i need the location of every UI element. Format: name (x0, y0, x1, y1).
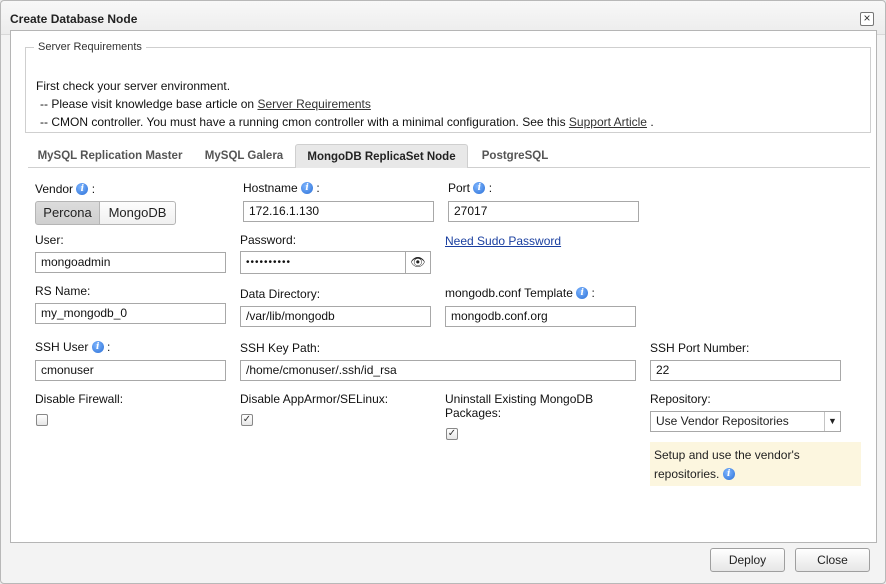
show-password-eye-icon[interactable]: 👁 (405, 251, 431, 274)
uninstall-packages-checkbox[interactable]: ✓ (446, 428, 458, 440)
tab-mysql-replication-master[interactable]: MySQL Replication Master (30, 144, 190, 168)
chevron-down-icon[interactable]: ▼ (824, 412, 840, 431)
mongodb-conf-template-input[interactable]: mongodb.conf.org (445, 306, 636, 327)
requirements-line-2-text: -- CMON controller. You must have a runn… (40, 115, 569, 129)
requirements-line-2-suffix: . (650, 115, 654, 129)
port-label: Port i : (448, 181, 493, 195)
ssh-port-number-input[interactable]: 22 (650, 360, 841, 381)
deploy-button[interactable]: Deploy (710, 548, 785, 572)
rs-name-input[interactable]: my_mongodb_0 (35, 303, 226, 324)
support-article-link[interactable]: Support Article (569, 115, 647, 129)
repository-select[interactable]: Use Vendor Repositories ▼ (650, 411, 841, 432)
server-requirements-legend: Server Requirements (38, 41, 142, 53)
mongodb-conf-template-label-text: mongodb.conf Template (445, 286, 573, 300)
dialog-title: Create Database Node (10, 12, 138, 26)
ssh-key-path-label: SSH Key Path: (240, 341, 321, 355)
ssh-user-input[interactable]: cmonuser (35, 360, 226, 381)
password-label: Password: (240, 233, 297, 247)
need-sudo-password-link[interactable]: Need Sudo Password (445, 234, 561, 248)
repository-hint-line-1: Setup and use the vendor's (654, 448, 800, 462)
ssh-user-label: SSH User i : (35, 340, 111, 354)
vendor-percona-button[interactable]: Percona (35, 201, 100, 225)
node-type-tabs: MySQL Replication Master MySQL Galera Mo… (28, 144, 870, 168)
port-input[interactable]: 27017 (448, 201, 639, 222)
data-directory-label: Data Directory: (240, 287, 321, 301)
hostname-label: Hostname i : (243, 181, 320, 195)
repository-hint-line-2-text: repositories. (654, 467, 720, 481)
requirements-intro: First check your server environment. (36, 79, 231, 93)
hostname-input[interactable]: 172.16.1.130 (243, 201, 434, 222)
uninstall-packages-label-line-2: Packages: (445, 406, 502, 420)
uninstall-packages-label-line-1: Uninstall Existing MongoDB (445, 392, 594, 406)
port-label-text: Port (448, 181, 471, 195)
server-requirements-link[interactable]: Server Requirements (257, 97, 370, 111)
repository-info-icon[interactable]: i (722, 468, 735, 480)
ssh-user-info-icon[interactable]: i (91, 341, 104, 353)
dialog-content: Server Requirements First check your ser… (10, 30, 877, 543)
ssh-user-label-text: SSH User (35, 340, 89, 354)
close-button[interactable]: Close (795, 548, 870, 572)
user-input[interactable]: mongoadmin (35, 252, 226, 273)
rs-name-label: RS Name: (35, 284, 91, 298)
vendor-mongodb-button[interactable]: MongoDB (99, 201, 176, 225)
server-requirements-panel: Server Requirements First check your ser… (25, 41, 871, 133)
tab-mongodb-replicaset-node[interactable]: MongoDB ReplicaSet Node (295, 144, 468, 168)
disable-apparmor-checkbox[interactable]: ✓ (241, 414, 253, 426)
requirements-line-1: -- Please visit knowledge base article o… (40, 97, 371, 111)
repository-hint: Setup and use the vendor's repositories.… (650, 442, 861, 486)
data-directory-input[interactable]: /var/lib/mongodb (240, 306, 431, 327)
tab-postgresql[interactable]: PostgreSQL (474, 144, 556, 168)
vendor-info-icon[interactable]: i (76, 183, 89, 195)
vendor-label: Vendor i : (35, 182, 96, 196)
vendor-label-text: Vendor (35, 182, 74, 196)
tab-mysql-galera[interactable]: MySQL Galera (198, 144, 290, 168)
template-info-icon[interactable]: i (576, 287, 589, 299)
close-icon[interactable]: × (860, 12, 874, 26)
hostname-info-icon[interactable]: i (301, 182, 314, 194)
ssh-key-path-input[interactable]: /home/cmonuser/.ssh/id_rsa (240, 360, 636, 381)
password-input[interactable]: •••••••••• (240, 251, 406, 274)
hostname-label-text: Hostname (243, 181, 298, 195)
create-database-node-dialog: Create Database Node × Server Requiremen… (0, 0, 886, 584)
port-info-icon[interactable]: i (473, 182, 486, 194)
repository-label: Repository: (650, 392, 711, 406)
disable-firewall-label: Disable Firewall: (35, 392, 124, 406)
mongodb-conf-template-label: mongodb.conf Template i : (445, 286, 595, 300)
repository-select-value: Use Vendor Repositories (656, 414, 789, 428)
disable-firewall-checkbox[interactable] (36, 414, 48, 426)
requirements-line-2: -- CMON controller. You must have a runn… (40, 115, 654, 129)
user-label: User: (35, 233, 64, 247)
repository-hint-line-2: repositories. i (654, 465, 857, 484)
ssh-port-number-label: SSH Port Number: (650, 341, 750, 355)
disable-apparmor-label: Disable AppArmor/SELinux: (240, 392, 389, 406)
requirements-line-1-text: -- Please visit knowledge base article o… (40, 97, 258, 111)
